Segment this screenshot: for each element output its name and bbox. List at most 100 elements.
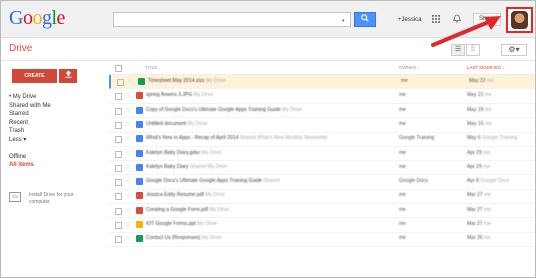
row-checkbox[interactable] — [115, 107, 122, 115]
table-row[interactable]: ☆ Contact Us (Responses) My Drive me Mar 26… — [109, 232, 535, 247]
row-checkbox[interactable] — [115, 136, 122, 144]
table-row[interactable]: ☆ Untitled document My Drive me May 15 me — [109, 118, 535, 133]
search-button[interactable] — [354, 12, 376, 27]
file-modified-by: Google Training — [482, 135, 518, 142]
table-row[interactable]: ☆ IOT Google Forms.ppt My Drive me Mar 27 m… — [109, 218, 535, 233]
file-title[interactable]: Jessica Eddy Resume.pdf My Drive — [146, 192, 391, 198]
row-checkbox[interactable] — [115, 121, 122, 129]
file-title[interactable]: IOT Google Forms.ppt My Drive — [146, 221, 391, 227]
star-icon[interactable]: ☆ — [125, 120, 131, 128]
drive-window: Google ▾ +Jessica Share Drive ☰ ⁞⁞ ⚙▾ CR… — [0, 0, 536, 278]
file-owner: me — [399, 120, 406, 127]
file-title[interactable]: Timesheet May 2014.xlsx My Drive — [148, 78, 393, 84]
column-owner[interactable]: OWNER ↓ — [399, 65, 420, 70]
row-checkbox[interactable] — [115, 193, 122, 201]
file-title[interactable]: Untitled document My Drive — [146, 121, 391, 127]
row-checkbox[interactable] — [115, 164, 122, 172]
column-title[interactable]: TITLE — [145, 65, 157, 70]
star-icon[interactable]: ☆ — [125, 149, 131, 157]
search-input[interactable] — [113, 12, 351, 27]
install-drive-link[interactable]: ▭ Install Drive for your computer — [9, 192, 109, 212]
file-owner: me — [399, 92, 406, 99]
sidebar-item-trash[interactable]: Trash — [9, 127, 109, 136]
file-location: My Drive — [201, 149, 222, 156]
table-row[interactable]: ☆ Katelyn Baby Diary.gdoc My Drive me Apr 2… — [109, 147, 535, 162]
avatar[interactable] — [511, 11, 528, 29]
sidebar-item-recent[interactable]: Recent — [9, 119, 109, 128]
settings-gear-icon[interactable]: ⚙▾ — [501, 44, 527, 56]
file-title[interactable]: Contact Us (Responses) My Drive — [146, 235, 391, 241]
file-type-icon — [136, 135, 143, 143]
star-icon[interactable]: ☆ — [125, 191, 131, 199]
file-title[interactable]: Copy of Google Docs's Ultimate Google Ap… — [146, 107, 391, 113]
star-icon[interactable]: ☆ — [125, 106, 131, 114]
row-checkbox[interactable] — [115, 93, 122, 101]
logo-letter: G — [9, 7, 23, 29]
file-location: My Drive — [205, 78, 226, 84]
star-icon[interactable]: ☆ — [125, 91, 131, 99]
table-row[interactable]: ☆ Timesheet May 2014.xlsx My Drive me May 2… — [109, 75, 535, 89]
file-title[interactable]: Katelyn Baby Diary.gdoc My Drive — [146, 150, 391, 156]
list-view-button[interactable]: ☰ — [451, 44, 465, 56]
row-checkbox[interactable] — [117, 79, 124, 86]
file-modified-by: me — [483, 163, 491, 170]
column-last-modified[interactable]: LAST MODIFIED ↓ — [467, 65, 505, 70]
sidebar-item-starred[interactable]: Starred — [9, 110, 109, 119]
logo-letter: o — [32, 7, 42, 29]
row-checkbox[interactable] — [115, 222, 122, 229]
file-modified-date: Apr 8 — [467, 178, 479, 185]
star-icon[interactable]: ☆ — [125, 206, 131, 214]
select-all-checkbox[interactable] — [115, 65, 122, 72]
file-modified-date: May 15 — [467, 120, 484, 127]
file-owner: me — [399, 106, 406, 113]
file-title[interactable]: spring flowers 3.JPG My Drive — [146, 92, 391, 98]
file-modified: May 19 me — [467, 107, 492, 113]
sidebar-nav: • My Drive Shared with Me Starred Recent… — [9, 93, 109, 170]
table-row[interactable]: ☆ What's New in Apps - Recap of April 201… — [109, 132, 535, 147]
sidebar-item-shared[interactable]: Shared with Me — [9, 102, 109, 111]
sidebar-item-all-items[interactable]: All items — [9, 161, 109, 170]
file-title[interactable]: Katelyn Baby Diary Shared My Drive — [146, 164, 391, 170]
file-modified: May 15 me — [467, 121, 492, 127]
file-type-icon — [136, 163, 143, 171]
table-row[interactable]: ☆ Creating a Google Form.pdf My Drive me Ma… — [109, 204, 535, 219]
file-title-text: Untitled document — [146, 120, 187, 127]
table-row[interactable]: ☆ spring flowers 3.JPG My Drive me May 21 m… — [109, 89, 535, 104]
star-icon[interactable]: ☆ — [125, 163, 131, 171]
upload-button[interactable] — [59, 69, 77, 83]
page-title[interactable]: Drive — [9, 43, 32, 54]
file-modified-by: me — [483, 221, 491, 227]
file-modified-date: Apr 29 — [467, 163, 482, 170]
sidebar-item-offline[interactable]: Offline — [9, 153, 109, 162]
file-location: Shared What's New Monthly Newsletter — [239, 135, 328, 142]
search-options-chevron-icon[interactable]: ▾ — [342, 18, 345, 24]
row-checkbox[interactable] — [115, 179, 122, 187]
user-name-link[interactable]: +Jessica — [398, 17, 422, 23]
file-title[interactable]: Google Docs's Ultimate Google Apps Train… — [146, 178, 391, 184]
star-icon[interactable]: ☆ — [127, 77, 133, 85]
table-row[interactable]: ☆ Katelyn Baby Diary Shared My Drive me Apr… — [109, 161, 535, 176]
file-type-icon — [136, 106, 143, 114]
table-row[interactable]: ☆ Copy of Google Docs's Ultimate Google A… — [109, 104, 535, 119]
star-icon[interactable]: ☆ — [125, 177, 131, 185]
row-checkbox[interactable] — [115, 236, 122, 244]
sidebar-item-less[interactable]: Less ▾ — [9, 136, 109, 145]
row-checkbox[interactable] — [115, 150, 122, 158]
row-checkbox[interactable] — [115, 207, 122, 215]
table-row[interactable]: ☆ Jessica Eddy Resume.pdf My Drive me Mar 2… — [109, 189, 535, 205]
file-title[interactable]: Creating a Google Form.pdf My Drive — [146, 207, 391, 213]
create-button[interactable]: CREATE — [12, 69, 57, 83]
sidebar-item-my-drive[interactable]: • My Drive — [9, 93, 109, 102]
star-icon[interactable]: ☆ — [125, 134, 131, 142]
file-modified-by: me — [484, 92, 492, 99]
file-title-text: IOT Google Forms.ppt — [146, 221, 196, 227]
account-avatar-highlight[interactable] — [506, 7, 533, 33]
table-row[interactable]: ☆ Google Docs's Ultimate Google Apps Trai… — [109, 175, 535, 190]
google-logo[interactable]: Google — [9, 7, 65, 30]
grid-view-button[interactable]: ⁞⁞ — [466, 44, 480, 56]
file-title[interactable]: What's New in Apps - Recap of April 2014… — [146, 135, 391, 141]
star-icon[interactable]: ☆ — [125, 234, 131, 242]
file-modified-by: me — [486, 78, 494, 84]
star-icon[interactable]: ☆ — [125, 220, 131, 228]
